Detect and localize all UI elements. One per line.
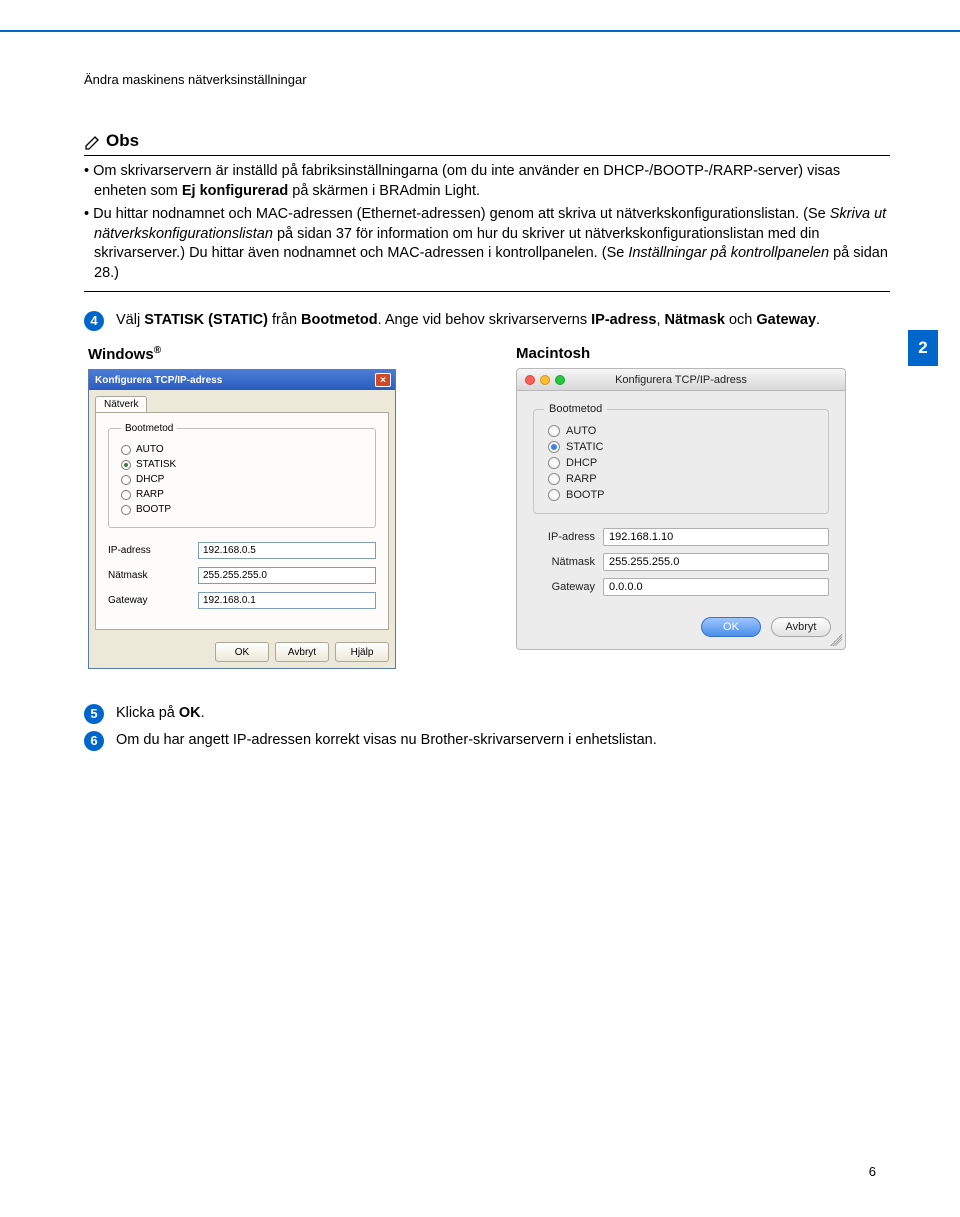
radio-rarp[interactable]: RARP — [548, 471, 814, 487]
step-5-number: 5 — [84, 704, 104, 724]
step-6-number: 6 — [84, 731, 104, 751]
mac-dialog: Konfigurera TCP/IP-adress Bootmetod AUTO… — [516, 368, 846, 650]
step-4-number: 4 — [84, 311, 104, 331]
ip-input[interactable] — [603, 528, 829, 546]
radio-auto[interactable]: AUTO — [121, 442, 363, 457]
radio-bootp[interactable]: BOOTP — [548, 487, 814, 503]
radio-rarp[interactable]: RARP — [121, 487, 363, 502]
mask-input[interactable] — [198, 567, 376, 584]
section-title: Ändra maskinens nätverksinställningar — [84, 72, 890, 87]
gw-label: Gateway — [533, 581, 603, 593]
mac-column: Macintosh Konfigurera TCP/IP-adress Boot… — [516, 345, 846, 669]
windows-dialog-title: Konfigurera TCP/IP-adress — [95, 375, 222, 386]
mac-titlebar[interactable]: Konfigurera TCP/IP-adress — [517, 369, 845, 391]
radio-static[interactable]: STATIC — [548, 439, 814, 455]
step-5: 5 Klicka på OK. — [84, 703, 890, 724]
radio-bootp[interactable]: BOOTP — [121, 502, 363, 517]
bootmethod-group: Bootmetod AUTO STATISK DHCP RARP BOOTP — [108, 423, 376, 528]
windows-titlebar[interactable]: Konfigurera TCP/IP-adress × — [89, 370, 395, 390]
cancel-button[interactable]: Avbryt — [275, 642, 329, 662]
help-button[interactable]: Hjälp — [335, 642, 389, 662]
note-label: Obs — [106, 131, 139, 151]
ok-button[interactable]: OK — [701, 617, 761, 637]
resize-handle[interactable] — [830, 634, 842, 646]
bootmethod-group: Bootmetod AUTO STATIC DHCP RARP BOOTP — [533, 403, 829, 514]
mask-label: Nätmask — [533, 556, 603, 568]
note-block: Obs Om skrivarservern är inställd på fab… — [84, 131, 890, 292]
radio-dhcp[interactable]: DHCP — [121, 472, 363, 487]
radio-auto[interactable]: AUTO — [548, 423, 814, 439]
gw-input[interactable] — [603, 578, 829, 596]
ip-label: IP-adress — [533, 531, 603, 543]
step-6: 6 Om du har angett IP-adressen korrekt v… — [84, 730, 890, 751]
mac-dialog-title: Konfigurera TCP/IP-adress — [615, 374, 747, 386]
radio-statisk[interactable]: STATISK — [121, 457, 363, 472]
note-body: Om skrivarservern är inställd på fabriks… — [84, 162, 890, 283]
mask-input[interactable] — [603, 553, 829, 571]
gw-label: Gateway — [108, 595, 198, 606]
radio-dhcp[interactable]: DHCP — [548, 455, 814, 471]
ip-label: IP-adress — [108, 545, 198, 556]
close-icon[interactable] — [525, 375, 535, 385]
windows-column: Windows® Konfigurera TCP/IP-adress × Nät… — [88, 345, 396, 669]
zoom-icon[interactable] — [555, 375, 565, 385]
pencil-icon — [84, 133, 102, 151]
minimize-icon[interactable] — [540, 375, 550, 385]
mask-label: Nätmask — [108, 570, 198, 581]
chapter-tab: 2 — [908, 330, 938, 366]
close-icon[interactable]: × — [375, 373, 391, 387]
ip-input[interactable] — [198, 542, 376, 559]
tab-network[interactable]: Nätverk — [95, 396, 147, 412]
page-number: 6 — [869, 1164, 876, 1179]
cancel-button[interactable]: Avbryt — [771, 617, 831, 637]
step-4: 4 Välj STATISK (STATIC) från Bootmetod. … — [84, 310, 890, 331]
ok-button[interactable]: OK — [215, 642, 269, 662]
gw-input[interactable] — [198, 592, 376, 609]
windows-dialog: Konfigurera TCP/IP-adress × Nätverk Boot… — [88, 369, 396, 669]
